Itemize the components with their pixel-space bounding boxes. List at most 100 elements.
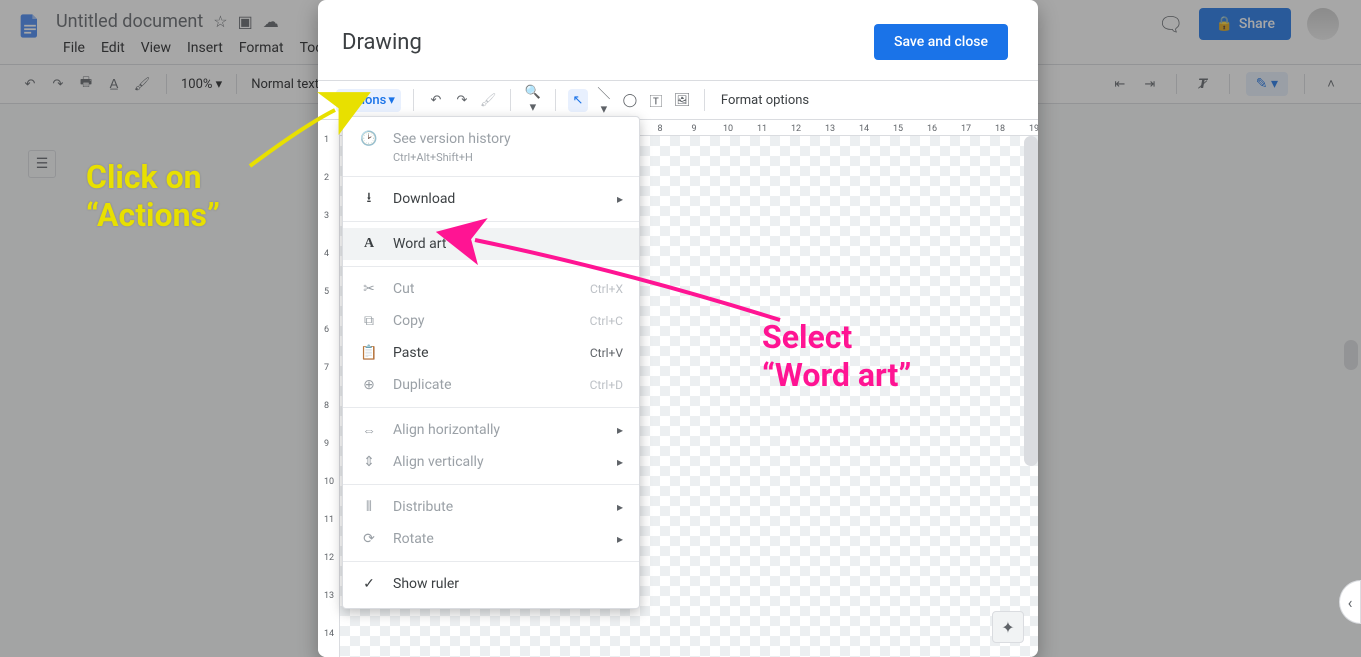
menu-item-cut: ✂ Cut Ctrl+X xyxy=(343,273,639,305)
menu-item-align-vertically: ⇕ Align vertically ▸ xyxy=(343,446,639,478)
copy-icon: ⧉ xyxy=(359,313,379,329)
redo-icon[interactable]: ↷ xyxy=(48,77,68,92)
spellcheck-icon[interactable]: A̲ xyxy=(104,76,124,92)
move-icon[interactable]: ▣ xyxy=(238,12,253,31)
menu-item-label: Align vertically xyxy=(393,454,484,470)
ruler-tick: 14 xyxy=(324,629,334,639)
paint-format-icon[interactable]: 🖌 xyxy=(478,89,498,112)
menu-item-word-art[interactable]: AWord art xyxy=(343,228,639,260)
textbox-tool-icon[interactable]: 🅃 xyxy=(646,87,666,114)
menu-separator xyxy=(343,176,639,177)
menu-item-see-version-history: 🕑See version history xyxy=(343,123,639,155)
ruler-tick: 9 xyxy=(324,439,329,449)
menu-item-download[interactable]: ⭳Download▸ xyxy=(343,183,639,215)
paint-format-icon[interactable]: 🖌 xyxy=(132,77,152,92)
download-icon: ⭳ xyxy=(359,187,379,211)
menu-item-label: Distribute xyxy=(393,499,453,515)
style-selector[interactable]: Normal text xyxy=(251,77,319,92)
ruler-tick: 10 xyxy=(723,124,733,134)
ruler-tick: 3 xyxy=(324,211,329,221)
menu-item-label: Word art xyxy=(393,236,446,252)
document-title[interactable]: Untitled document xyxy=(56,11,203,32)
menu-item-distribute: ⫴Distribute▸ xyxy=(343,491,639,523)
ruler-tick: 16 xyxy=(927,124,937,134)
menu-item-label: Download xyxy=(393,191,455,207)
menu-separator xyxy=(343,407,639,408)
actions-button[interactable]: Actions ▾ xyxy=(336,89,401,112)
star-icon[interactable]: ☆ xyxy=(213,12,227,31)
menu-item-label: Cut xyxy=(393,281,414,297)
save-and-close-button[interactable]: Save and close xyxy=(874,24,1008,60)
docs-logo[interactable] xyxy=(12,8,48,44)
ruler-tick: 5 xyxy=(324,287,329,297)
drawing-toolbar: Actions ▾ ↶ ↷ 🖌 🔍 ▾ ↖ ＼ ▾ ◯ 🅃 🖼 Format o… xyxy=(318,80,1038,120)
lock-icon: 🔒 xyxy=(1215,16,1232,32)
indent-increase-icon[interactable]: ⇥ xyxy=(1140,77,1160,92)
menu-item-label: Duplicate xyxy=(393,377,452,393)
menu-file[interactable]: File xyxy=(56,36,92,60)
editing-mode-button[interactable]: ✎ ▾ xyxy=(1246,72,1288,96)
ruler-tick: 11 xyxy=(757,124,767,134)
outline-toggle[interactable]: ☰ xyxy=(28,150,56,178)
docs-icon xyxy=(16,12,44,40)
format-options-button[interactable]: Format options xyxy=(721,93,809,108)
ruler-tick: 10 xyxy=(324,477,334,487)
alignv-icon: ⇕ xyxy=(359,454,379,470)
undo-icon[interactable]: ↶ xyxy=(20,77,40,92)
menu-insert[interactable]: Insert xyxy=(180,36,230,60)
account-avatar[interactable] xyxy=(1307,8,1339,40)
menu-separator xyxy=(343,484,639,485)
rotate-icon: ⟳ xyxy=(359,531,379,547)
submenu-arrow-icon: ▸ xyxy=(617,500,623,514)
ruler-tick: 4 xyxy=(324,249,329,259)
menu-item-copy: ⧉CopyCtrl+C xyxy=(343,305,639,337)
docs-scrollbar[interactable] xyxy=(1344,340,1358,370)
menu-item-duplicate: ⊕DuplicateCtrl+D xyxy=(343,369,639,401)
alignh-icon: ⇔ xyxy=(359,422,379,439)
ruler-tick: 18 xyxy=(995,124,1005,134)
menu-view[interactable]: View xyxy=(134,36,178,60)
menu-item-label: Paste xyxy=(393,345,429,361)
ruler-tick: 2 xyxy=(324,173,329,183)
paste-icon: 📋 xyxy=(359,345,379,361)
menu-edit[interactable]: Edit xyxy=(94,36,132,60)
duplicate-icon: ⊕ xyxy=(359,377,379,393)
submenu-arrow-icon: ▸ xyxy=(617,455,623,469)
comments-icon[interactable]: 🗨 xyxy=(1158,12,1183,36)
docs-menubar: File Edit View Insert Format Tools xyxy=(56,36,341,60)
menu-item-align-horizontally: ⇔ Align horizontally ▸ xyxy=(343,414,639,446)
shape-tool-icon[interactable]: ◯ xyxy=(620,89,640,112)
clear-format-icon[interactable]: 𝙏̷ xyxy=(1193,77,1213,92)
cut-icon: ✂ xyxy=(359,281,379,297)
zoom-selector[interactable]: 100% ▾ xyxy=(181,77,222,92)
line-tool-icon[interactable]: ＼ ▾ xyxy=(594,79,614,121)
menu-item-show-ruler[interactable]: ✓Show ruler xyxy=(343,568,639,600)
menu-item-paste[interactable]: 📋PasteCtrl+V xyxy=(343,337,639,369)
collapse-toolbar-icon[interactable]: ˄ xyxy=(1321,76,1341,92)
ruler-tick: 15 xyxy=(893,124,903,134)
explore-button[interactable]: ✦ xyxy=(992,611,1024,643)
menu-format[interactable]: Format xyxy=(232,36,291,60)
vertical-ruler: 1234567891011121314 xyxy=(318,120,340,657)
share-button[interactable]: 🔒 Share xyxy=(1199,8,1291,40)
submenu-arrow-icon: ▸ xyxy=(617,423,623,437)
indent-decrease-icon[interactable]: ⇤ xyxy=(1110,77,1130,92)
dialog-title: Drawing xyxy=(342,30,422,55)
submenu-arrow-icon: ▸ xyxy=(617,532,623,546)
undo-icon[interactable]: ↶ xyxy=(426,89,446,112)
ruler-tick: 9 xyxy=(691,124,696,134)
ruler-tick: 1 xyxy=(324,135,329,145)
select-tool-icon[interactable]: ↖ xyxy=(568,89,588,112)
menu-item-label: Rotate xyxy=(393,531,434,547)
redo-icon[interactable]: ↷ xyxy=(452,89,472,112)
ruler-tick: 6 xyxy=(324,325,329,335)
menu-item-label: Align horizontally xyxy=(393,422,500,438)
zoom-icon[interactable]: 🔍 ▾ xyxy=(523,81,543,119)
print-icon[interactable]: 🖶 xyxy=(76,73,96,95)
menu-shortcut: Ctrl+X xyxy=(590,282,623,296)
image-tool-icon[interactable]: 🖼 xyxy=(672,89,692,112)
ruler-tick: 13 xyxy=(825,124,835,134)
ruler-tick: 14 xyxy=(859,124,869,134)
canvas-scrollbar[interactable] xyxy=(1024,136,1038,466)
menu-shortcut: Ctrl+C xyxy=(590,314,623,328)
